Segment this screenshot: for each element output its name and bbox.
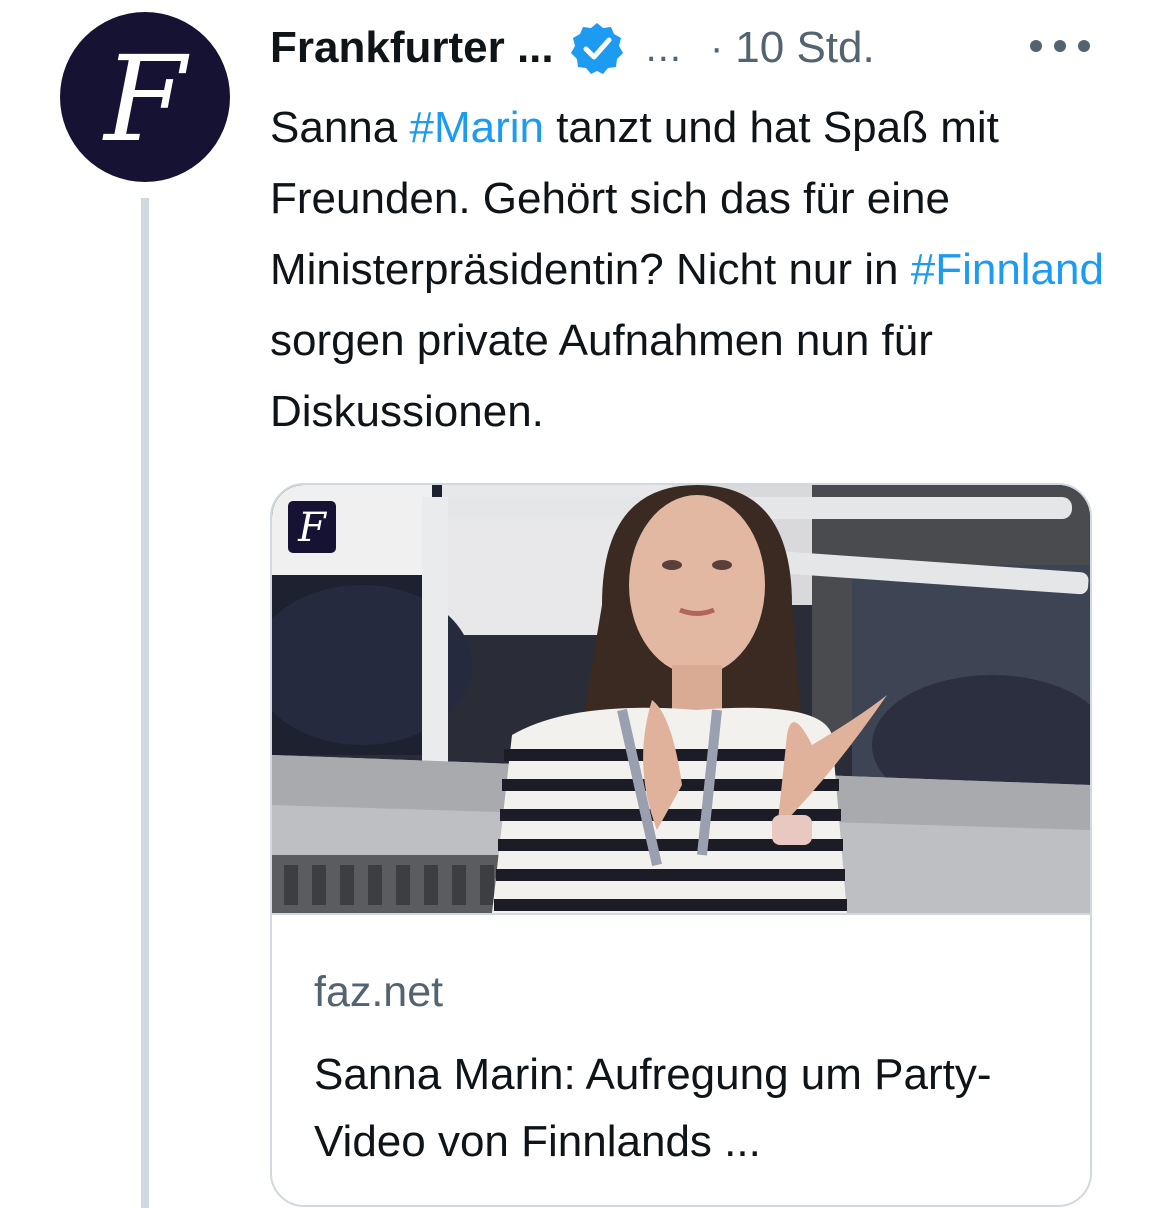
author-name[interactable]: Frankfurter ... [270, 23, 554, 73]
tweet[interactable]: F Frankfurter ... ... · 10 Std. Sanna #M… [0, 0, 1151, 1208]
card-logo-badge: F [297, 505, 327, 551]
card-image[interactable]: F [272, 485, 1090, 915]
dot [1030, 40, 1042, 52]
hashtag-link[interactable]: #Marin [409, 103, 544, 152]
tweet-text-segment: Sanna [270, 103, 410, 152]
article-photo: F [272, 485, 1090, 913]
card-domain[interactable]: faz.net [314, 968, 443, 1017]
card-title[interactable]: Sanna Marin: Aufregung um Party-Video vo… [314, 1041, 1074, 1175]
timestamp[interactable]: 10 Std. [735, 23, 874, 73]
author-handle[interactable]: ... [646, 26, 682, 71]
more-options-icon[interactable] [1030, 26, 1090, 66]
avatar[interactable]: F [60, 12, 230, 182]
hashtag-link[interactable]: #Finnland [911, 245, 1104, 294]
thread-line [141, 198, 149, 1208]
faz-logo-icon: F [102, 30, 190, 168]
tweet-text: Sanna #Marin tanzt und hat Spaß mit Freu… [270, 92, 1110, 447]
tweet-text-segment: sorgen private Aufnahmen nun für Diskuss… [270, 316, 933, 436]
tweet-header: Frankfurter ... ... · 10 Std. [270, 18, 875, 78]
link-card[interactable]: F faz.net Sanna Marin: Aufregung um Part… [270, 483, 1092, 1207]
avatar-letter: F [102, 30, 190, 168]
dot [1078, 40, 1090, 52]
dot [1054, 40, 1066, 52]
separator-dot: · [709, 25, 724, 70]
verified-badge-icon [570, 21, 624, 75]
